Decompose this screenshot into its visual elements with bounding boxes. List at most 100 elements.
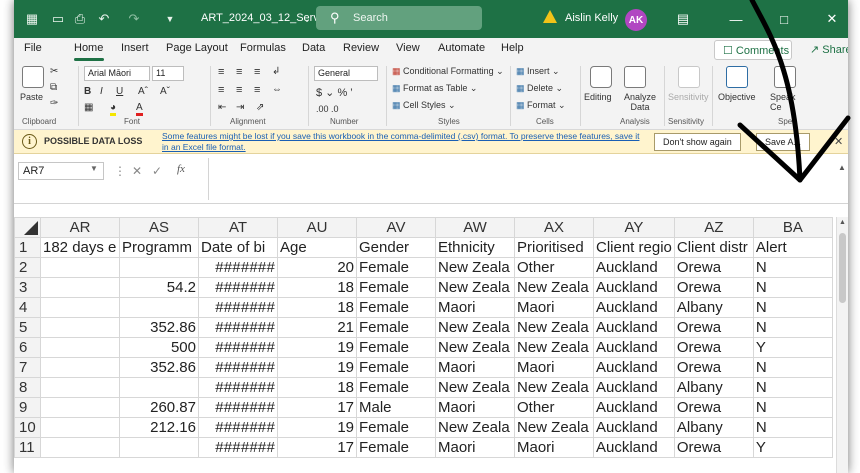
row-header[interactable]: 1 bbox=[14, 237, 41, 258]
cell[interactable]: Auckland bbox=[593, 397, 675, 418]
cell[interactable]: 17 bbox=[277, 397, 357, 418]
borders-icon[interactable]: ▦ bbox=[84, 102, 93, 113]
cell[interactable] bbox=[40, 277, 120, 298]
enter-icon[interactable]: ✓ bbox=[152, 164, 162, 178]
font-size-select[interactable]: 11 bbox=[152, 66, 184, 81]
cell[interactable]: New Zeala bbox=[435, 317, 515, 338]
cell[interactable] bbox=[119, 257, 199, 278]
paste-label[interactable]: Paste bbox=[20, 92, 43, 102]
scrollbar-thumb[interactable] bbox=[839, 233, 846, 303]
warning-icon[interactable] bbox=[543, 10, 557, 23]
cell[interactable]: New Zeala bbox=[435, 257, 515, 278]
tab-view[interactable]: View bbox=[396, 42, 420, 54]
insert-cells-button[interactable]: ▦ Insert ⌄ bbox=[516, 66, 560, 77]
merge-center-icon[interactable]: ⇔ bbox=[272, 84, 282, 95]
cell[interactable] bbox=[119, 297, 199, 318]
cell[interactable]: N bbox=[752, 297, 833, 318]
cell[interactable]: Prioritised bbox=[514, 237, 594, 258]
cell[interactable]: 352.86 bbox=[119, 357, 199, 378]
cell[interactable]: N bbox=[752, 377, 833, 398]
fill-color-icon[interactable]: ◕ bbox=[110, 102, 117, 116]
cell[interactable]: N bbox=[752, 257, 833, 278]
column-header[interactable]: AW bbox=[435, 217, 515, 238]
cell[interactable]: Maori bbox=[514, 297, 594, 318]
cell[interactable] bbox=[40, 397, 120, 418]
cell[interactable]: Auckland bbox=[593, 337, 675, 358]
cell[interactable]: ####### bbox=[198, 357, 278, 378]
column-header[interactable]: AU bbox=[277, 217, 357, 238]
increase-indent-icon[interactable]: ⇥ bbox=[236, 102, 244, 113]
conditional-formatting-button[interactable]: ▦ Conditional Formatting ⌄ bbox=[392, 66, 504, 77]
cell[interactable]: New Zeala bbox=[435, 277, 515, 298]
cell[interactable]: Albany bbox=[673, 377, 754, 398]
align-left-icon[interactable]: ≡ bbox=[218, 84, 224, 96]
cell[interactable]: N bbox=[752, 417, 833, 438]
copy-icon[interactable]: ⧉ bbox=[50, 82, 57, 93]
cell[interactable]: Age bbox=[277, 237, 357, 258]
cell[interactable]: 212.16 bbox=[119, 417, 199, 438]
cell[interactable]: Orewa bbox=[673, 357, 754, 378]
paste-icon[interactable] bbox=[22, 66, 44, 88]
editing-label[interactable]: Editing bbox=[584, 92, 612, 102]
cell[interactable]: Auckland bbox=[593, 437, 675, 458]
cell[interactable]: Date of bi bbox=[198, 237, 278, 258]
cell[interactable] bbox=[40, 337, 120, 358]
cell[interactable]: ####### bbox=[198, 377, 278, 398]
cell[interactable]: Female bbox=[356, 337, 436, 358]
cell[interactable]: ####### bbox=[198, 317, 278, 338]
cell[interactable]: Orewa bbox=[673, 337, 754, 358]
cell[interactable]: 182 days e bbox=[40, 237, 120, 258]
vertical-scrollbar[interactable]: ▲ bbox=[836, 217, 848, 473]
analyze-data-label[interactable]: Analyze Data bbox=[620, 92, 660, 112]
cell[interactable]: Female bbox=[356, 357, 436, 378]
cell[interactable]: ####### bbox=[198, 417, 278, 438]
row-header[interactable]: 3 bbox=[14, 277, 41, 298]
cell[interactable]: 260.87 bbox=[119, 397, 199, 418]
row-header[interactable]: 8 bbox=[14, 377, 41, 398]
cell[interactable]: Alert bbox=[752, 237, 833, 258]
row-header[interactable]: 5 bbox=[14, 317, 41, 338]
row-header[interactable]: 9 bbox=[14, 397, 41, 418]
cell[interactable]: N bbox=[752, 397, 833, 418]
cell[interactable]: Female bbox=[356, 437, 436, 458]
chevron-down-icon[interactable]: ⌄ bbox=[299, 11, 315, 27]
cell[interactable]: ####### bbox=[198, 277, 278, 298]
share-button[interactable]: ↗ Share bbox=[804, 40, 848, 60]
cell[interactable]: 18 bbox=[277, 377, 357, 398]
sensitivity-label[interactable]: Sensitivity bbox=[668, 92, 709, 102]
decrease-indent-icon[interactable]: ⇤ bbox=[218, 102, 226, 113]
infobar-message[interactable]: Some features might be lost if you save … bbox=[162, 131, 642, 153]
font-color-icon[interactable]: A bbox=[136, 102, 143, 116]
cell[interactable]: Maori bbox=[435, 357, 515, 378]
cell[interactable]: New Zeala bbox=[514, 417, 594, 438]
cell[interactable]: Female bbox=[356, 317, 436, 338]
cell[interactable]: Albany bbox=[673, 417, 754, 438]
row-header[interactable]: 2 bbox=[14, 257, 41, 278]
new-file-icon[interactable]: ▭ bbox=[50, 11, 66, 27]
cell[interactable]: Other bbox=[514, 397, 594, 418]
cell[interactable]: Programm bbox=[119, 237, 199, 258]
minimize-icon[interactable]: — bbox=[726, 9, 746, 29]
wrap-text-icon[interactable]: ↲ bbox=[272, 66, 280, 77]
row-header[interactable]: 4 bbox=[14, 297, 41, 318]
cell[interactable]: Y bbox=[752, 437, 833, 458]
speak-cells-icon[interactable] bbox=[774, 66, 796, 88]
cut-icon[interactable]: ✂ bbox=[50, 66, 58, 77]
align-top-icon[interactable]: ≡ bbox=[218, 66, 224, 78]
speak-cells-label[interactable]: Speak Ce bbox=[770, 92, 800, 112]
column-header[interactable]: AT bbox=[198, 217, 278, 238]
cell[interactable]: Orewa bbox=[673, 437, 754, 458]
align-middle-icon[interactable]: ≡ bbox=[236, 66, 242, 78]
cell[interactable]: New Zeala bbox=[514, 277, 594, 298]
editing-search-icon[interactable] bbox=[590, 66, 612, 88]
currency-icon[interactable]: $ ⌄ % ’ bbox=[316, 86, 353, 99]
number-format-select[interactable]: General bbox=[314, 66, 378, 81]
cell[interactable]: New Zeala bbox=[514, 317, 594, 338]
column-header[interactable]: AR bbox=[40, 217, 120, 238]
comments-button[interactable]: ☐ Comments bbox=[714, 40, 792, 60]
analyze-data-icon[interactable] bbox=[624, 66, 646, 88]
cell[interactable]: N bbox=[752, 277, 833, 298]
tab-help[interactable]: Help bbox=[501, 42, 524, 54]
cell[interactable]: Auckland bbox=[593, 357, 675, 378]
column-header[interactable]: BA bbox=[752, 217, 833, 238]
